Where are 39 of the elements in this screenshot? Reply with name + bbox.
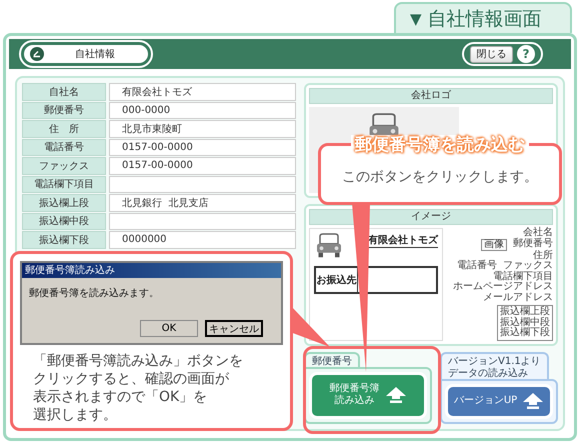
dialog-button[interactable]: OK xyxy=(140,320,198,337)
field-value[interactable]: 0000000 xyxy=(109,231,296,248)
legend-label: 郵便番号 xyxy=(513,239,553,250)
field-label: 住 所 xyxy=(22,120,106,138)
legend-label: 会社名 xyxy=(523,228,553,238)
panel-heading: イメージ xyxy=(309,209,553,225)
legend-label: メールアドレス xyxy=(483,292,553,303)
field-label: ファックス xyxy=(22,157,106,174)
field-value[interactable]: 000-0000 xyxy=(109,102,296,119)
legend-label: ホームページアドレス xyxy=(453,282,553,292)
field-value[interactable]: 北見市東陵町 xyxy=(109,120,296,138)
legend-label: ファックス xyxy=(503,261,553,271)
image-button[interactable]: 画像 xyxy=(481,238,507,250)
field-value[interactable]: 0157-00-0000 xyxy=(109,157,296,174)
field-label: 自社名 xyxy=(22,83,106,100)
panel-heading: 会社ロゴ xyxy=(309,88,553,104)
legend-label: 電話番号 xyxy=(457,261,497,271)
dialog-message: 郵便番号簿を読み込みます。 xyxy=(28,286,160,301)
legend-box: 振込欄上段 振込欄中段 振込欄下段 xyxy=(497,305,553,340)
field-label: 電話番号 xyxy=(22,138,106,156)
field-value[interactable]: 0157-00-0000 xyxy=(109,138,296,156)
field-label: 郵便番号 xyxy=(22,102,106,119)
close-button[interactable]: 閉じる xyxy=(470,46,513,62)
version-up-button[interactable]: バージョンUP xyxy=(448,386,550,416)
dialog-title: 郵便番号簿読み込み xyxy=(22,263,281,278)
callout-text: 「郵便番号簿読み込み」ボタンを クリックすると、確認の画面が 表示されますので「OK」を 選択します。 xyxy=(32,352,244,424)
field-label: 振込欄上段 xyxy=(22,194,106,212)
legend-label: 電話欄下項目 xyxy=(493,272,553,282)
field-value[interactable]: 有限会社トモズ xyxy=(109,83,296,100)
help-button[interactable]: ? xyxy=(517,45,535,63)
field-label: 振込欄下段 xyxy=(22,231,106,248)
load-postal-button[interactable]: 郵便番号簿 読み込み xyxy=(312,374,424,416)
legend-label: 住所 xyxy=(533,250,553,260)
field-value[interactable]: 北見銀行 北見支店 xyxy=(109,194,296,212)
dialog-button[interactable]: キャンセル xyxy=(205,320,263,337)
field-label: 電話欄下項目 xyxy=(22,176,106,193)
screen-title-pill: 自社情報 xyxy=(21,42,151,66)
field-label: 振込欄中段 xyxy=(22,212,106,230)
callout-text: このボタンをクリックします。 xyxy=(341,168,539,186)
